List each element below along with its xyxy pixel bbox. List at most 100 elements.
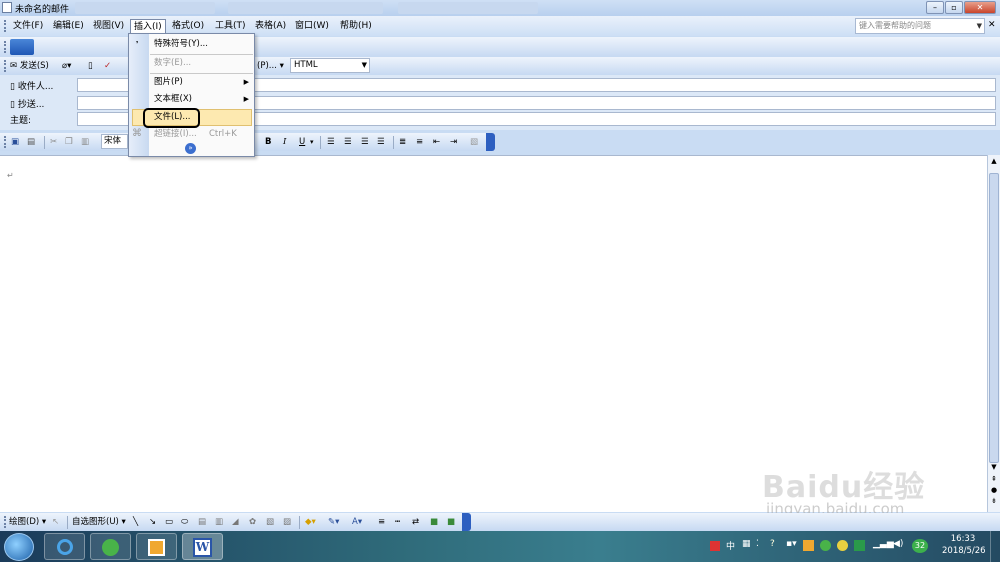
- menu-tools[interactable]: 工具(T): [212, 19, 249, 34]
- copy-icon[interactable]: ❐: [65, 135, 73, 149]
- paste-icon[interactable]: ▥: [81, 135, 89, 149]
- taskbar-album[interactable]: [136, 533, 177, 560]
- cc-button[interactable]: ▯ 抄送...: [10, 97, 44, 110]
- start-button[interactable]: [4, 533, 34, 561]
- rectangle-icon[interactable]: ▭: [165, 515, 173, 529]
- tray-app-icon[interactable]: [803, 540, 814, 551]
- minimize-button[interactable]: –: [926, 1, 944, 14]
- bold-button[interactable]: B: [265, 135, 271, 149]
- hyperlink-label: 超链接(I)...: [154, 129, 197, 139]
- diagram-icon[interactable]: ✿: [249, 515, 256, 529]
- menu-view[interactable]: 视图(V): [90, 19, 127, 34]
- underline-dropdown-icon[interactable]: ▾: [310, 135, 314, 149]
- arrow-style-icon[interactable]: ⇄: [412, 515, 419, 529]
- draw-menu-button[interactable]: 绘图(D) ▾: [9, 515, 46, 529]
- tray-badge[interactable]: 32: [912, 539, 928, 553]
- doc-close-icon[interactable]: ✕: [988, 20, 996, 30]
- taskbar-word[interactable]: W: [182, 533, 223, 560]
- attach-button[interactable]: ⌀▾: [62, 59, 71, 73]
- highlight-icon[interactable]: ▧: [470, 135, 478, 149]
- menu-table[interactable]: 表格(A): [252, 19, 289, 34]
- font-color-icon[interactable]: A▾: [352, 515, 362, 529]
- maximize-button[interactable]: ▫: [945, 1, 963, 14]
- double-chevron-down-icon[interactable]: »: [185, 143, 196, 154]
- oval-icon[interactable]: ⬭: [181, 515, 188, 529]
- menu-item-special-symbol[interactable]: 特殊符号(Y)...: [154, 36, 251, 53]
- shadow-icon[interactable]: ■: [430, 515, 438, 529]
- vertical-textbox-icon[interactable]: ▥: [215, 515, 223, 529]
- cut-icon[interactable]: ✂: [50, 135, 57, 149]
- fill-color-icon[interactable]: ◆▾: [305, 515, 316, 529]
- clock[interactable]: 16:33 2018/5/26: [942, 534, 986, 556]
- tray-shield-icon[interactable]: [854, 540, 865, 551]
- bullet-list-icon[interactable]: ≡: [416, 135, 423, 149]
- address-book-button[interactable]: ▯: [88, 59, 93, 73]
- taskbar-360[interactable]: [90, 533, 131, 560]
- wordart-icon[interactable]: ◢: [232, 515, 239, 529]
- picture-icon[interactable]: ▨: [283, 515, 291, 529]
- menu-item-picture[interactable]: 图片(P) ▶: [154, 74, 251, 91]
- toolbar-options-button[interactable]: [10, 39, 34, 55]
- tool-icon[interactable]: ▪▾: [786, 539, 797, 549]
- align-center-icon[interactable]: ☰: [344, 135, 352, 149]
- italic-button[interactable]: I: [283, 135, 286, 149]
- help-search-input[interactable]: 键入需要帮助的问题 ▼: [855, 18, 985, 34]
- volume-icon[interactable]: ◀): [893, 539, 903, 549]
- send-button[interactable]: ✉ 发送(S): [10, 59, 49, 73]
- scroll-down-icon[interactable]: ▼: [989, 463, 999, 471]
- options-button[interactable]: (P)... ▾: [257, 59, 284, 73]
- format-select[interactable]: HTML ▼: [290, 58, 370, 73]
- menu-insert[interactable]: 插入(I): [130, 19, 166, 34]
- close-button[interactable]: ✕: [964, 1, 996, 14]
- tray-star-icon[interactable]: [837, 540, 848, 551]
- menu-item-textbox[interactable]: 文本框(X) ▶: [154, 91, 251, 108]
- menu-help[interactable]: 帮助(H): [337, 19, 375, 34]
- punctuation-icon[interactable]: ⁚: [756, 539, 759, 549]
- toolbar-options-button[interactable]: [462, 513, 471, 531]
- autoshapes-button[interactable]: 自选图形(U) ▾: [72, 515, 126, 529]
- justify-icon[interactable]: ☰: [377, 135, 385, 149]
- browse-object-icon[interactable]: ●: [989, 486, 999, 494]
- menu-edit[interactable]: 编辑(E): [50, 19, 87, 34]
- ime-mode[interactable]: 中: [726, 539, 735, 552]
- line-color-icon[interactable]: ✎▾: [328, 515, 339, 529]
- select-objects-icon[interactable]: ↖: [52, 515, 59, 529]
- options-label: (P)...: [257, 61, 277, 71]
- menu-format[interactable]: 格式(O): [169, 19, 207, 34]
- chevron-down-icon[interactable]: ▼: [977, 19, 982, 33]
- vertical-scrollbar[interactable]: ▲ ▼ ⇞ ● ⇟: [987, 155, 1000, 512]
- show-desktop-button[interactable]: [990, 531, 1000, 562]
- toolbar-options-button[interactable]: [486, 133, 495, 151]
- tray-360-icon[interactable]: [820, 540, 831, 551]
- line-icon[interactable]: ╲: [133, 515, 138, 529]
- textbox-icon[interactable]: ▤: [198, 515, 206, 529]
- dash-style-icon[interactable]: ┅: [395, 515, 400, 529]
- taskbar-ie[interactable]: [44, 533, 85, 560]
- save-icon[interactable]: ▣: [11, 135, 19, 149]
- menu-window[interactable]: 窗口(W): [292, 19, 332, 34]
- help-icon[interactable]: ?: [770, 539, 775, 549]
- arrow-icon[interactable]: ↘: [149, 515, 156, 529]
- font-select[interactable]: 宋体: [101, 134, 128, 149]
- message-body[interactable]: ↵: [0, 155, 987, 512]
- print-icon[interactable]: ▤: [27, 135, 35, 149]
- line-style-icon[interactable]: ≡: [378, 515, 385, 529]
- next-page-icon[interactable]: ⇟: [989, 497, 999, 505]
- ime-icon[interactable]: [710, 541, 720, 551]
- align-left-icon[interactable]: ☰: [327, 135, 335, 149]
- menu-file[interactable]: 文件(F): [10, 19, 46, 34]
- keyboard-icon[interactable]: ▦: [742, 539, 751, 549]
- 3d-icon[interactable]: ■: [447, 515, 455, 529]
- scroll-thumb[interactable]: [989, 173, 999, 463]
- check-names-button[interactable]: ✓: [104, 59, 111, 73]
- clipart-icon[interactable]: ▧: [266, 515, 274, 529]
- decrease-indent-icon[interactable]: ⇤: [433, 135, 440, 149]
- numbered-list-icon[interactable]: ≣: [399, 135, 406, 149]
- previous-page-icon[interactable]: ⇞: [989, 475, 999, 483]
- network-icon[interactable]: ▁▃▅: [873, 539, 894, 549]
- scroll-up-icon[interactable]: ▲: [989, 157, 999, 167]
- underline-button[interactable]: U: [299, 135, 305, 149]
- increase-indent-icon[interactable]: ⇥: [450, 135, 457, 149]
- align-right-icon[interactable]: ☰: [361, 135, 369, 149]
- to-button[interactable]: ▯ 收件人...: [10, 79, 53, 92]
